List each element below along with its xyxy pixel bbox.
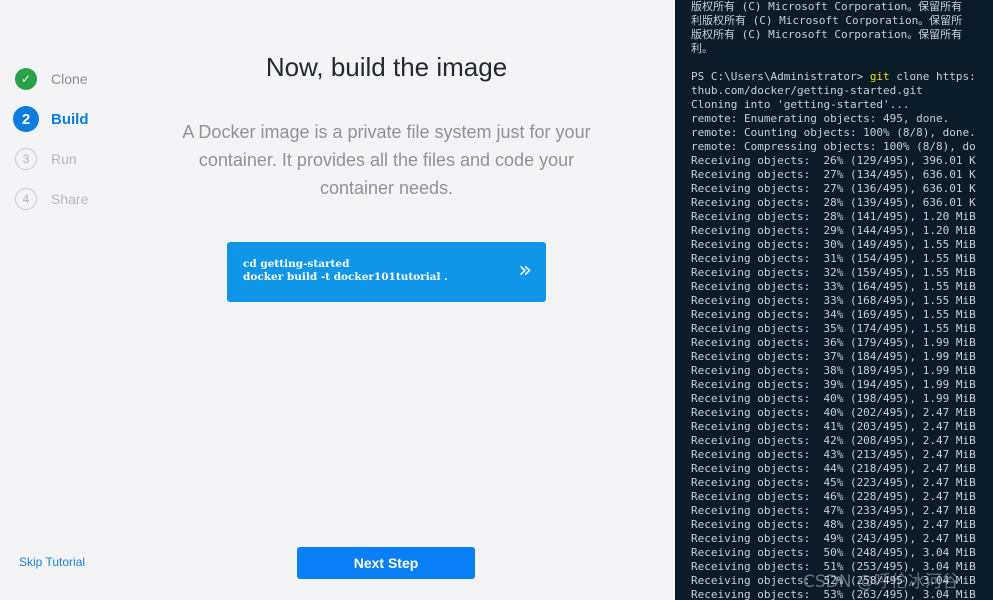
terminal-header-line: 版权所有 (C) Microsoft Corporation。保留所有 <box>691 28 963 41</box>
terminal-header-line: 版权所有 (C) Microsoft Corporation。保留所有 <box>691 0 963 13</box>
page-title: Now, build the image <box>265 52 508 82</box>
terminal-output-line: Receiving objects: 39% (194/495), 1.99 M… <box>691 378 976 391</box>
terminal-output-line: Receiving objects: 27% (134/495), 636.01… <box>691 168 976 181</box>
checkmark-icon: ✓ <box>15 68 37 90</box>
terminal-output-line: Receiving objects: 50% (248/495), 3.04 M… <box>691 546 976 559</box>
terminal-output-line: Receiving objects: 35% (174/495), 1.55 M… <box>691 322 976 335</box>
terminal-header-line: 利。 <box>691 42 713 55</box>
terminal-output-line: Receiving objects: 44% (218/495), 2.47 M… <box>691 462 976 475</box>
run-in-terminal-icon: » <box>518 258 532 283</box>
terminal-output-line: Receiving objects: 49% (243/495), 2.47 M… <box>691 532 976 545</box>
step-clone[interactable]: ✓ Clone <box>15 59 89 99</box>
terminal-window[interactable]: 版权所有 (C) Microsoft Corporation。保留所有 利版权所… <box>675 0 993 600</box>
step-label: Share <box>51 191 89 207</box>
terminal-output-line: Receiving objects: 34% (169/495), 1.55 M… <box>691 308 976 321</box>
step-label: Build <box>51 110 89 128</box>
terminal-output-line: Receiving objects: 46% (228/495), 2.47 M… <box>691 490 976 503</box>
terminal-output-line: Receiving objects: 42% (208/495), 2.47 M… <box>691 434 976 447</box>
step-list: ✓ Clone 2 Build 3 Run 4 Share <box>13 59 89 219</box>
terminal-output-line: Receiving objects: 48% (238/495), 2.47 M… <box>691 518 976 531</box>
terminal-output-line: Receiving objects: 45% (223/495), 2.47 M… <box>691 476 976 489</box>
terminal-output-line: Cloning into 'getting-started'... <box>691 98 910 111</box>
terminal-output-line: Receiving objects: 40% (202/495), 2.47 M… <box>691 406 976 419</box>
terminal-output-line: Receiving objects: 32% (159/495), 1.55 M… <box>691 266 976 279</box>
terminal-output-line: Receiving objects: 36% (179/495), 1.99 M… <box>691 336 976 349</box>
terminal-output-line: Receiving objects: 31% (154/495), 1.55 M… <box>691 252 976 265</box>
step-number-badge: 2 <box>13 106 39 132</box>
step-number-badge: 4 <box>15 188 37 210</box>
terminal-output-line: Receiving objects: 28% (141/495), 1.20 M… <box>691 210 976 223</box>
terminal-output-line: Receiving objects: 27% (136/495), 636.01… <box>691 182 976 195</box>
copy-command-box[interactable]: cd getting-started docker build -t docke… <box>227 242 546 302</box>
terminal-prompt-line: PS C:\Users\Administrator> git clone htt… <box>691 70 993 84</box>
watermark-text: CSDN @呼伦冰河谷 <box>803 572 959 592</box>
terminal-output-line: Receiving objects: 47% (233/495), 2.47 M… <box>691 504 976 517</box>
command-line-1: cd getting-started <box>243 258 350 270</box>
skip-tutorial-link[interactable]: Skip Tutorial <box>19 555 85 569</box>
terminal-output-line: Receiving objects: 37% (184/495), 1.99 M… <box>691 350 976 363</box>
next-step-button[interactable]: Next Step <box>297 547 475 579</box>
terminal-output-line: Receiving objects: 33% (168/495), 1.55 M… <box>691 294 976 307</box>
page-description: A Docker image is a private file system … <box>182 122 591 198</box>
step-build[interactable]: 2 Build <box>13 99 89 139</box>
terminal-prompt: PS C:\Users\Administrator> <box>691 70 870 83</box>
step-share[interactable]: 4 Share <box>15 179 89 219</box>
terminal-output: thub.com/docker/getting-started.git Cloni… <box>691 84 993 600</box>
terminal-output-line: Receiving objects: 29% (144/495), 1.20 M… <box>691 224 976 237</box>
terminal-command: git <box>869 70 890 83</box>
terminal-output-line: remote: Counting objects: 100% (8/8), do… <box>691 126 976 139</box>
step-label: Run <box>51 151 77 167</box>
terminal-header-line: 利版权所有 (C) Microsoft Corporation。保留所 <box>691 14 963 27</box>
terminal-output-line: Receiving objects: 43% (213/495), 2.47 M… <box>691 448 976 461</box>
terminal-output-line: Receiving objects: 26% (129/495), 396.01… <box>691 154 976 167</box>
terminal-output-line: Receiving objects: 41% (203/495), 2.47 M… <box>691 420 976 433</box>
terminal-output-line: Receiving objects: 40% (198/495), 1.99 M… <box>691 392 976 405</box>
command-line-2: docker build -t docker101tutorial . <box>243 271 448 283</box>
terminal-output-line: remote: Enumerating objects: 495, done. <box>691 112 950 125</box>
terminal-output-line: Receiving objects: 30% (149/495), 1.55 M… <box>691 238 976 251</box>
terminal-output-line: remote: Compressing objects: 100% (8/8),… <box>691 140 976 153</box>
terminal-output-line: Receiving objects: 38% (189/495), 1.99 M… <box>691 364 976 377</box>
terminal-output-line: thub.com/docker/getting-started.git <box>691 84 923 97</box>
terminal-output-line: Receiving objects: 28% (139/495), 636.01… <box>691 196 976 209</box>
terminal-command-args: clone https: <box>889 70 976 83</box>
step-label: Clone <box>51 71 88 87</box>
tutorial-pane: ✓ Clone 2 Build 3 Run 4 Share Now, build the im… <box>0 0 675 600</box>
terminal-output-line: Receiving objects: 33% (164/495), 1.55 M… <box>691 280 976 293</box>
step-run[interactable]: 3 Run <box>15 139 89 179</box>
step-number-badge: 3 <box>15 148 37 170</box>
